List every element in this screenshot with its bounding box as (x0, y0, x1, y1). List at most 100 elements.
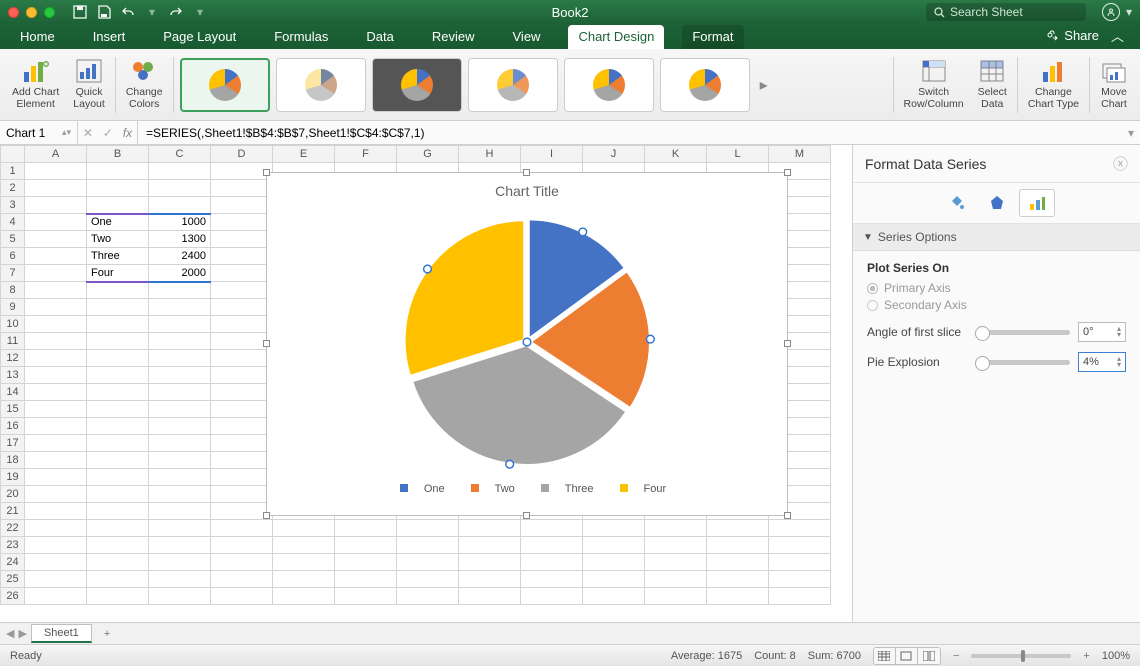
row-header[interactable]: 16 (1, 418, 25, 435)
minimize-window-button[interactable] (26, 7, 37, 18)
col-header-b[interactable]: B (87, 146, 149, 163)
sheet-nav-prev-icon[interactable]: ◀ (6, 627, 14, 640)
undo-icon[interactable] (121, 5, 135, 19)
row-header[interactable]: 26 (1, 588, 25, 605)
zoom-in-button[interactable]: + (1083, 650, 1089, 662)
row-header[interactable]: 7 (1, 265, 25, 282)
resize-handle[interactable] (263, 340, 270, 347)
tab-review[interactable]: Review (422, 25, 485, 49)
undo-dropdown-icon[interactable]: ▾ (145, 5, 159, 19)
cell-b4[interactable]: One (87, 214, 149, 231)
row-header[interactable]: 6 (1, 248, 25, 265)
row-header[interactable]: 17 (1, 435, 25, 452)
close-window-button[interactable] (8, 7, 19, 18)
cell-c6[interactable]: 2400 (149, 248, 211, 265)
switch-row-column-button[interactable]: Switch Row/Column (900, 56, 968, 112)
move-chart-button[interactable]: Move Chart (1096, 56, 1132, 112)
col-header-h[interactable]: H (459, 146, 521, 163)
panel-tab-effects[interactable] (979, 189, 1015, 217)
autosave-icon[interactable] (73, 5, 87, 19)
legend-two[interactable]: Two (459, 483, 515, 495)
style-gallery-next-icon[interactable]: ▸ (756, 75, 772, 95)
chart-legend[interactable]: One Two Three Four (267, 483, 787, 495)
resize-handle[interactable] (523, 169, 530, 176)
view-page-layout-button[interactable] (896, 648, 918, 664)
row-header[interactable]: 1 (1, 163, 25, 180)
legend-three[interactable]: Three (529, 483, 594, 495)
col-header-j[interactable]: J (583, 146, 645, 163)
row-header[interactable]: 18 (1, 452, 25, 469)
cell-c4[interactable]: 1000 (149, 214, 211, 231)
resize-handle[interactable] (784, 340, 791, 347)
tab-home[interactable]: Home (10, 25, 65, 49)
change-colors-button[interactable]: Change Colors (122, 56, 167, 112)
row-header[interactable]: 25 (1, 571, 25, 588)
row-header[interactable]: 10 (1, 316, 25, 333)
view-normal-button[interactable] (874, 648, 896, 664)
change-chart-type-button[interactable]: Change Chart Type (1024, 56, 1083, 112)
tab-chart-design[interactable]: Chart Design (568, 25, 664, 49)
angle-first-slice-input[interactable]: 0°▴▾ (1078, 322, 1126, 342)
row-header[interactable]: 3 (1, 197, 25, 214)
quick-layout-button[interactable]: Quick Layout (69, 56, 109, 112)
name-box[interactable]: Chart 1▴▾ (0, 121, 78, 144)
col-header-m[interactable]: M (769, 146, 831, 163)
sheet-tab-sheet1[interactable]: Sheet1 (31, 624, 92, 643)
tab-insert[interactable]: Insert (83, 25, 136, 49)
zoom-out-button[interactable]: − (953, 650, 959, 662)
row-header[interactable]: 22 (1, 520, 25, 537)
row-header[interactable]: 14 (1, 384, 25, 401)
row-header[interactable]: 9 (1, 299, 25, 316)
add-chart-element-button[interactable]: Add Chart Element (8, 56, 63, 112)
row-header[interactable]: 8 (1, 282, 25, 299)
tab-data[interactable]: Data (356, 25, 403, 49)
embedded-chart[interactable]: Chart Title One Two Three Four (266, 172, 788, 516)
save-icon[interactable] (97, 5, 111, 19)
col-header-d[interactable]: D (211, 146, 273, 163)
row-header[interactable]: 20 (1, 486, 25, 503)
tab-view[interactable]: View (503, 25, 551, 49)
row-header[interactable]: 13 (1, 367, 25, 384)
col-header-e[interactable]: E (273, 146, 335, 163)
chart-style-1[interactable] (180, 58, 270, 112)
tab-page-layout[interactable]: Page Layout (153, 25, 246, 49)
col-header-a[interactable]: A (25, 146, 87, 163)
panel-tab-series-options[interactable] (1019, 189, 1055, 217)
cancel-formula-icon[interactable]: ✕ (83, 126, 93, 140)
select-data-button[interactable]: Select Data (974, 56, 1011, 112)
redo-icon[interactable] (169, 5, 183, 19)
cell-c7[interactable]: 2000 (149, 265, 211, 282)
spreadsheet-grid[interactable]: A B C D E F G H I J K L M 1 2 3 4One1000… (0, 145, 852, 622)
fullscreen-window-button[interactable] (44, 7, 55, 18)
col-header-k[interactable]: K (645, 146, 707, 163)
row-header[interactable]: 4 (1, 214, 25, 231)
row-header[interactable]: 2 (1, 180, 25, 197)
resize-handle[interactable] (784, 169, 791, 176)
row-header[interactable]: 5 (1, 231, 25, 248)
resize-handle[interactable] (263, 169, 270, 176)
titlebar-menu-icon[interactable]: ▾ (1126, 5, 1132, 19)
zoom-slider[interactable] (971, 654, 1071, 658)
row-header[interactable]: 12 (1, 350, 25, 367)
series-options-section-header[interactable]: ▼ Series Options (853, 224, 1140, 251)
chart-title[interactable]: Chart Title (267, 183, 787, 199)
panel-tab-fill[interactable] (939, 189, 975, 217)
row-header[interactable]: 19 (1, 469, 25, 486)
chart-style-6[interactable] (660, 58, 750, 112)
redo-dropdown-icon[interactable]: ▾ (193, 5, 207, 19)
col-header-g[interactable]: G (397, 146, 459, 163)
fx-icon[interactable]: fx (123, 126, 132, 140)
col-header-l[interactable]: L (707, 146, 769, 163)
legend-one[interactable]: One (388, 483, 445, 495)
search-input[interactable]: Search Sheet (926, 3, 1086, 21)
view-page-break-button[interactable] (918, 648, 940, 664)
cell-b7[interactable]: Four (87, 265, 149, 282)
col-header-i[interactable]: I (521, 146, 583, 163)
pie-explosion-slider[interactable] (975, 360, 1070, 365)
add-sheet-button[interactable]: + (96, 626, 118, 642)
angle-first-slice-slider[interactable] (975, 330, 1070, 335)
close-panel-icon[interactable]: ⓧ (1113, 153, 1128, 174)
cell-c5[interactable]: 1300 (149, 231, 211, 248)
resize-handle[interactable] (263, 512, 270, 519)
tab-formulas[interactable]: Formulas (264, 25, 338, 49)
